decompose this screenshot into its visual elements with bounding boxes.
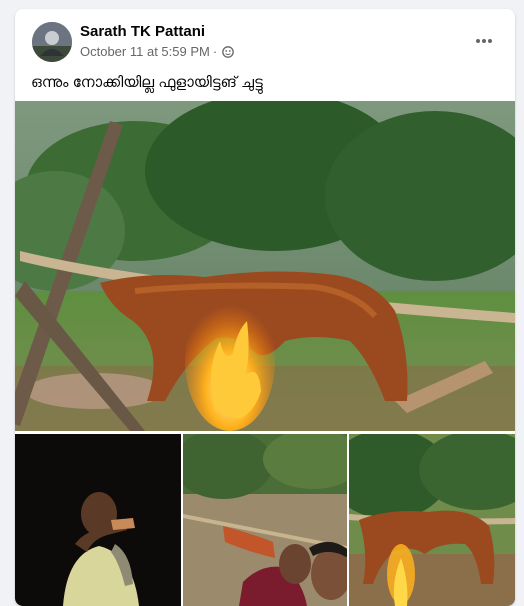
main-photo[interactable] [15, 101, 515, 431]
thumbnail-photo-2[interactable] [183, 434, 347, 606]
post-meta: October 11 at 5:59 PM · [80, 44, 235, 59]
avatar[interactable] [32, 22, 72, 62]
post-caption: ഒന്നും നോക്കിയില്ല ഫുളായിട്ടങ് ചുട്ടു [31, 74, 263, 91]
post-timestamp[interactable]: October 11 at 5:59 PM [80, 44, 210, 59]
meta-separator: · [212, 44, 218, 59]
thumbnail-photo-3[interactable] [349, 434, 515, 606]
more-horizontal-icon [476, 39, 492, 43]
thumbnail-photo-1[interactable] [15, 434, 181, 606]
post-header: Sarath TK Pattani October 11 at 5:59 PM … [15, 9, 515, 67]
author-name[interactable]: Sarath TK Pattani [80, 23, 205, 40]
thumbnail-strip [15, 434, 515, 606]
friends-globe-icon[interactable] [222, 45, 235, 58]
post-card: Sarath TK Pattani October 11 at 5:59 PM … [15, 9, 515, 606]
more-options-button[interactable] [467, 24, 501, 58]
